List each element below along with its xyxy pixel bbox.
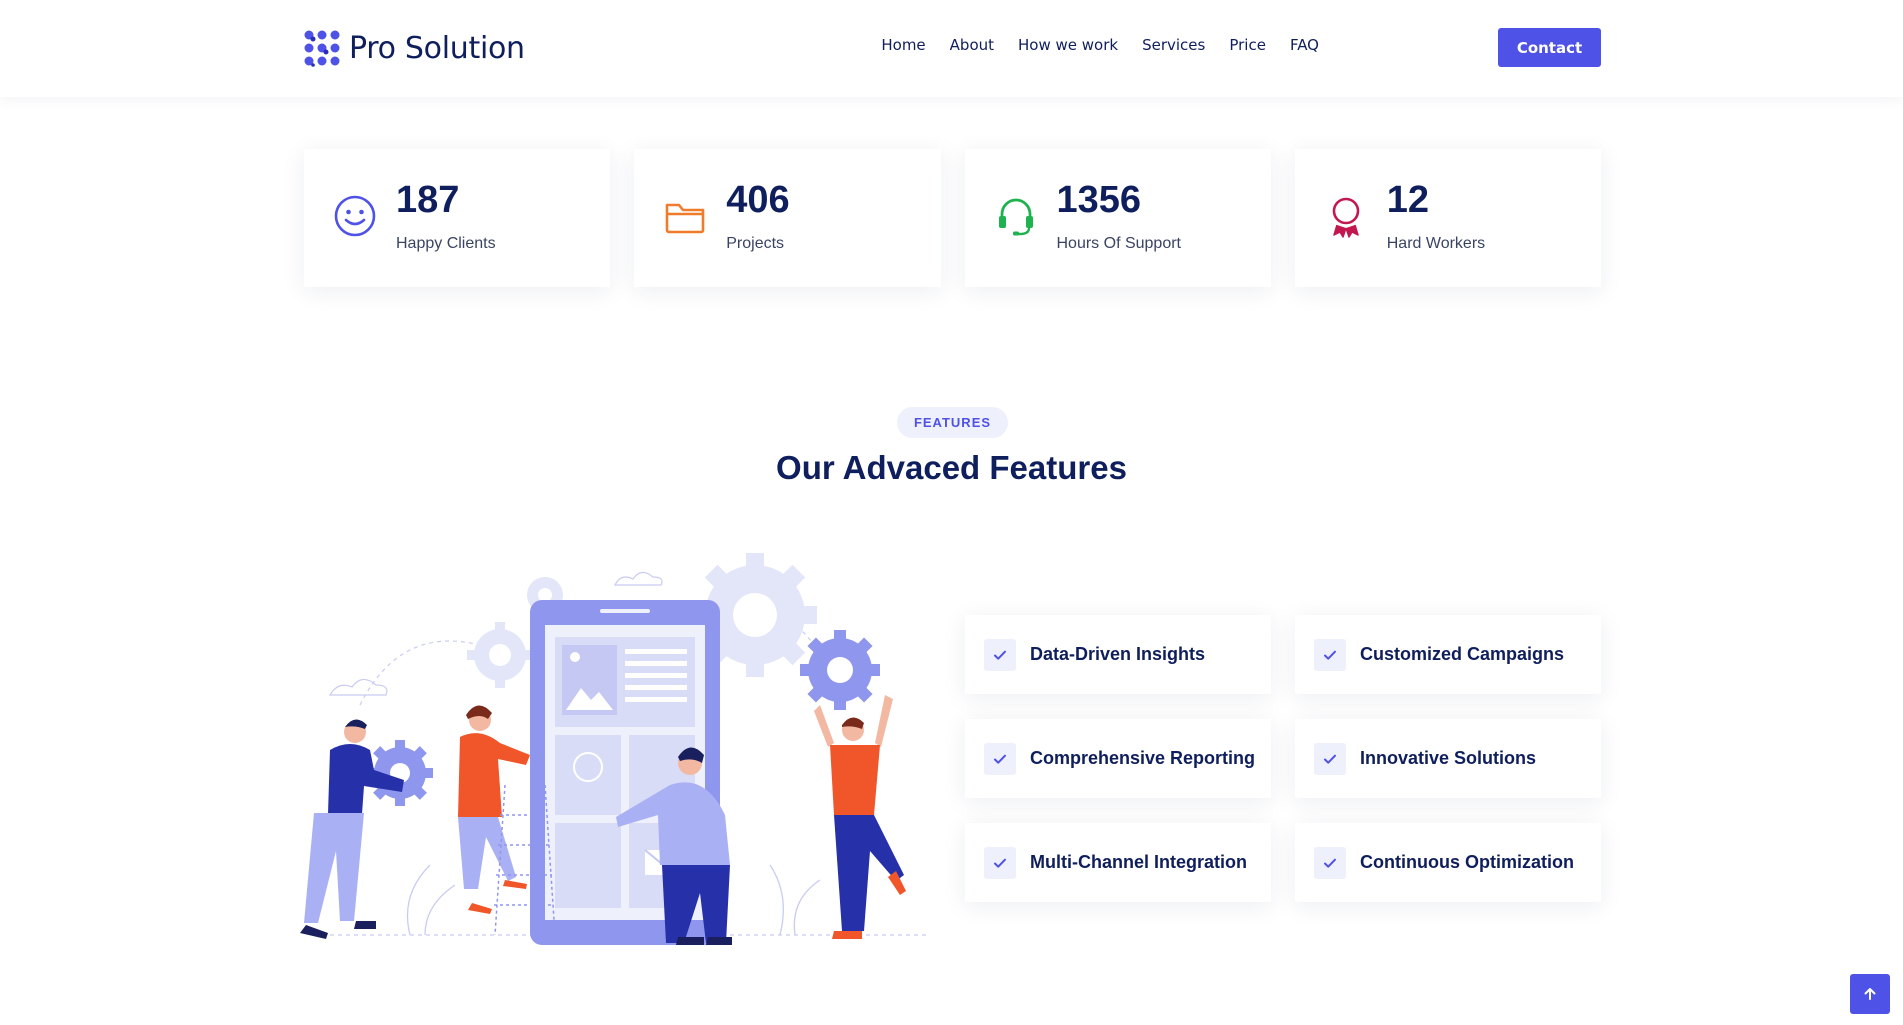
features-title: Our Advaced Features: [776, 449, 1127, 486]
features-badge: FEATURES: [897, 407, 1008, 438]
logo[interactable]: Pro Solution: [303, 28, 525, 68]
feature-card: Innovative Solutions: [1295, 719, 1601, 798]
headset-icon: [998, 198, 1033, 236]
stat-number: 406: [726, 179, 790, 221]
stats-section: 187 Happy Clients 406 Projects 1356 Hour…: [304, 149, 1601, 287]
feature-card: Comprehensive Reporting: [965, 719, 1271, 798]
stat-label: Projects: [726, 235, 785, 252]
check-icon: [984, 742, 1016, 775]
feature-card: Data-Driven Insights: [965, 615, 1271, 694]
check-icon: [984, 638, 1016, 671]
smiley-icon: [334, 195, 376, 237]
feature-label: Innovative Solutions: [1360, 748, 1537, 768]
person-right: [814, 695, 906, 939]
logo-text: Pro Solution: [349, 30, 525, 66]
nav-about[interactable]: About: [950, 36, 994, 54]
nav-home[interactable]: Home: [881, 36, 925, 54]
feature-card: Continuous Optimization: [1295, 823, 1601, 902]
check-icon: [1314, 638, 1346, 671]
stat-label: Hours Of Support: [1056, 235, 1182, 252]
features-grid: Data-Driven Insights Customized Campaign…: [965, 615, 1601, 902]
gear-blue-right: [800, 630, 880, 710]
nav-how-we-work[interactable]: How we work: [1018, 36, 1118, 54]
stat-number: 1356: [1056, 179, 1142, 221]
contact-button[interactable]: Contact: [1498, 28, 1601, 67]
feature-card: Customized Campaigns: [1295, 615, 1601, 694]
back-to-top-button[interactable]: [1850, 974, 1890, 1014]
nav-faq[interactable]: FAQ: [1290, 36, 1319, 54]
feature-label: Data-Driven Insights: [1030, 644, 1206, 664]
stat-label: Happy Clients: [396, 235, 496, 252]
stat-number: 187: [396, 179, 460, 221]
award-icon: [1332, 197, 1360, 238]
nav-price[interactable]: Price: [1229, 36, 1266, 54]
feature-label: Comprehensive Reporting: [1030, 748, 1256, 768]
team-gears-illustration: [300, 553, 930, 945]
check-icon: [1314, 846, 1346, 879]
folder-icon: [665, 203, 705, 234]
logo-dots-icon: [304, 30, 340, 67]
site-header: Pro Solution Home About How we work Serv…: [0, 0, 1903, 97]
stat-card-projects: 406 Projects: [634, 149, 941, 287]
stat-number: 12: [1386, 179, 1430, 221]
stat-card-happy-clients: 187 Happy Clients: [304, 149, 611, 287]
feature-label: Customized Campaigns: [1360, 644, 1565, 664]
check-icon: [1314, 742, 1346, 775]
stat-card-hard-workers: 12 Hard Workers: [1294, 149, 1601, 287]
stat-label: Hard Workers: [1386, 235, 1486, 252]
check-icon: [984, 846, 1016, 879]
nav-services[interactable]: Services: [1142, 36, 1205, 54]
stat-card-hours-of-support: 1356 Hours Of Support: [964, 149, 1271, 287]
gear-small-pale: [467, 622, 533, 688]
arrow-up-icon: [1864, 988, 1876, 1000]
feature-label: Multi-Channel Integration: [1030, 852, 1247, 872]
feature-card: Multi-Channel Integration: [965, 823, 1271, 902]
feature-label: Continuous Optimization: [1360, 852, 1574, 872]
main-nav: Home About How we work Services Price FA…: [881, 36, 1319, 54]
